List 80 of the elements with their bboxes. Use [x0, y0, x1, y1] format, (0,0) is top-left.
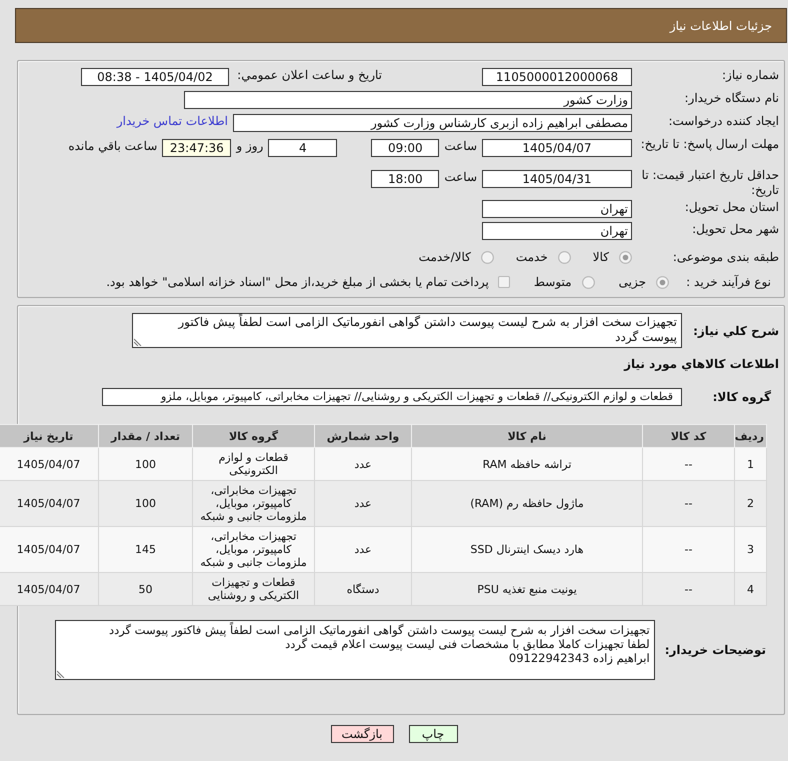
- table-cell: 1405/04/07: [0, 480, 98, 526]
- time-label: ساعت: [444, 139, 477, 153]
- announcement-date-field: 1405/04/02 - 08:38: [81, 68, 229, 86]
- back-button[interactable]: بازگشت: [330, 725, 394, 743]
- field-label: نام دستگاه خریدار:: [684, 91, 779, 106]
- city-field: تهران: [482, 222, 632, 240]
- option-label: متوسط: [534, 275, 572, 289]
- table-cell: 2: [734, 480, 766, 526]
- option-label: کالا: [592, 250, 609, 264]
- table-cell: عدد: [314, 448, 412, 480]
- option-label: کالا/خدمت: [418, 250, 471, 264]
- province-field: تهران: [482, 200, 632, 218]
- field-label: شماره نیاز:: [721, 68, 779, 83]
- table-cell: --: [642, 572, 734, 606]
- field-label: حداقل تاریخ اعتبار قیمت: تا تاریخ:: [640, 168, 779, 198]
- table-cell: 1405/04/07: [0, 572, 98, 606]
- column-header: نام کالا: [412, 424, 642, 448]
- table-cell: 4: [734, 572, 766, 606]
- resize-grip-icon[interactable]: [134, 338, 142, 346]
- table-cell: 50: [98, 572, 192, 606]
- column-header: تعداد / مقدار: [98, 424, 192, 448]
- column-header: واحد شمارش: [314, 424, 412, 448]
- column-header: کد کالا: [642, 424, 734, 448]
- field-label: ایجاد کننده درخواست:: [667, 114, 779, 129]
- goods-group-label: گروه کالا:: [712, 390, 771, 404]
- need-number-field: 1105000012000068: [482, 68, 632, 86]
- buyer-organization-field: وزارت کشور: [184, 91, 632, 109]
- requester-field: مصطفی ابراهیم زاده ازبری کارشناس وزارت کشور: [233, 114, 632, 132]
- table-cell: 1405/04/07: [0, 526, 98, 572]
- table-cell: عدد: [314, 480, 412, 526]
- table-cell: 100: [98, 448, 192, 480]
- table-cell: تجهیزات مخابراتی، کامپیوتر، موبایل، ملزومات جانبی و شبکه: [192, 480, 314, 526]
- days-left-field: 4: [268, 139, 338, 157]
- table-cell: هارد دیسک اینترنال SSD: [412, 526, 642, 572]
- deadline-time-field: 09:00: [371, 139, 440, 157]
- deadline-date-field: 1405/04/07: [482, 139, 632, 157]
- column-header: ردیف: [734, 424, 766, 448]
- description-label: شرح کلي نیاز:: [692, 324, 779, 338]
- table-cell: 1: [734, 448, 766, 480]
- days-label: روز و: [236, 139, 264, 153]
- table-cell: یونیت منبع تغذیه PSU: [412, 572, 642, 606]
- time-left-field: 23:47:36: [162, 139, 232, 157]
- table-cell: قطعات و تجهیزات الکتریکی و روشنایی: [192, 572, 314, 606]
- page-title: جزئیات اطلاعات نیاز: [670, 18, 772, 32]
- goods-group-field: قطعات و لوازم الکترونیکی// قطعات و تجهیزات الکتریکی و روشنایی// تجهیزات مخابراتی، کامپیوتر، موبایل، ملزو: [102, 388, 682, 406]
- table-cell: قطعات و لوازم الکترونیکی: [192, 448, 314, 480]
- table-cell: --: [642, 480, 734, 526]
- price-validity-time-field: 18:00: [371, 170, 440, 188]
- buyer-contact-link[interactable]: اطلاعات تماس خریدار: [116, 114, 228, 128]
- time-left-label: ساعت باقي مانده: [68, 139, 158, 153]
- price-validity-date-field: 1405/04/31: [482, 170, 632, 188]
- time-label: ساعت: [444, 170, 477, 184]
- checkbox-label: پرداخت تمام یا بخشی از مبلغ خرید،از محل "اسناد خزانه اسلامی" خواهد بود.: [106, 275, 489, 289]
- field-label: تاریخ و ساعت اعلان عمومي:: [236, 68, 382, 82]
- buyer-notes-label: توضیحات خریدار:: [664, 643, 766, 657]
- field-label: شهر محل تحویل:: [691, 222, 779, 237]
- table-cell: 3: [734, 526, 766, 572]
- table-cell: --: [642, 526, 734, 572]
- print-button[interactable]: چاپ: [408, 725, 458, 743]
- description-field: تجهیزات سخت افزار به شرح لیست پیوست داشتن گواهی انفورماتیک الزامی است لطفاً پیش فاکتور پیوست گردد: [132, 313, 682, 348]
- buyer-notes-field: تجهیزات سخت افزار به شرح لیست پیوست داشتن گواهی انفورماتیک الزامی است لطفاً پیش فاکتور پیوست گردد لطفا تجهیزات کاملا مطابق با مشخصات فنی لیست پیوست اعلام قیمت گردد ابراهیم زاده 09122942343: [54, 620, 655, 680]
- table-cell: عدد: [314, 526, 412, 572]
- table-cell: دستگاه: [314, 572, 412, 606]
- table-cell: تراشه حافظه RAM: [412, 448, 642, 480]
- option-label: خدمت: [516, 250, 548, 264]
- table-cell: تجهیزات مخابراتی، کامپیوتر، موبایل، ملزومات جانبی و شبکه: [192, 526, 314, 572]
- table-cell: 100: [98, 480, 192, 526]
- table-cell: 145: [98, 526, 192, 572]
- field-label: طبقه بندی موضوعی:: [672, 250, 779, 264]
- column-header: گروه کالا: [192, 424, 314, 448]
- table-cell: 1405/04/07: [0, 448, 98, 480]
- table-cell: ماژول حافظه رم (RAM): [412, 480, 642, 526]
- column-header: تاریخ نیاز: [0, 424, 98, 448]
- field-label: مهلت ارسال پاسخ: تا تاریخ:: [640, 137, 779, 152]
- field-label: نوع فرآیند خرید :: [685, 274, 771, 290]
- resize-grip-icon[interactable]: [56, 670, 65, 678]
- section-title: اطلاعات کالاهاي مورد نیاز: [622, 357, 779, 373]
- field-label: استان محل تحویل:: [684, 200, 779, 215]
- option-label: جزیی: [618, 275, 646, 289]
- table-cell: --: [642, 448, 734, 480]
